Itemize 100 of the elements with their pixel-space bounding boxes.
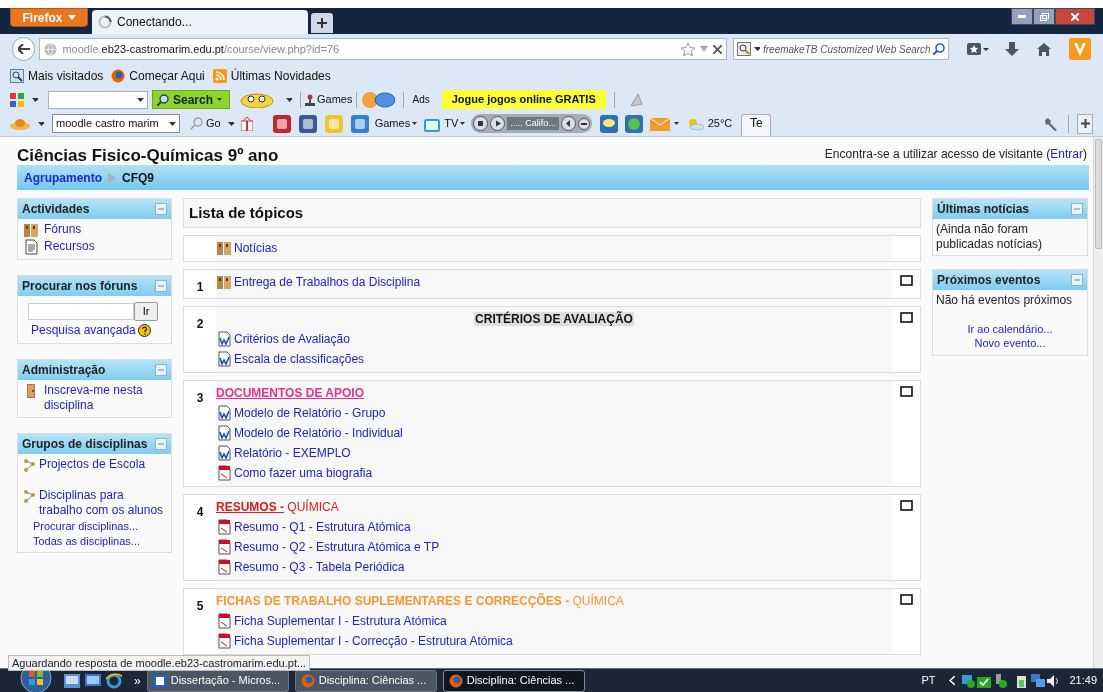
block-link[interactable]: Procurar disciplinas... [23,519,166,534]
caret-icon[interactable] [286,97,292,102]
play-button-icon [490,116,506,131]
breadcrumb-link[interactable]: Agrupamento [24,168,102,187]
network-icon[interactable] [1031,673,1046,688]
block-link[interactable]: Fóruns [44,222,82,237]
bookmark-star-icon[interactable] [681,42,695,56]
activity-link[interactable]: Resumo - Q1 - Estrutura Atómica [234,517,411,537]
scrollbar-thumb[interactable] [1095,139,1102,249]
minus-button-icon [577,117,590,130]
activity-link[interactable]: Modelo de Relatório - Grupo [234,403,386,423]
block-link[interactable]: Ir ao calendário... [967,322,1053,336]
overflow-chevron[interactable]: » [134,671,141,690]
search-button[interactable]: Search [152,90,230,109]
close-button[interactable] [1055,8,1095,25]
bookmark-link[interactable]: Começar Aqui [111,67,205,85]
breadcrumb-current: CFQ9 [122,169,154,187]
taskbar-button[interactable]: Dissertação - Micros... [146,669,289,692]
restore-button[interactable] [1033,8,1055,25]
caret-icon[interactable] [38,121,44,126]
activity-link[interactable]: Notícias [234,238,278,258]
games-menu[interactable]: Games [374,115,418,132]
back-button[interactable] [12,37,36,61]
block-link[interactable]: Projectos de Escola [23,457,166,472]
block-title: Próximos eventos [937,272,1041,289]
radio-player[interactable]: ..... Califo... [471,114,592,133]
search-icon [190,117,203,130]
search-field[interactable]: freemakeTB Customized Web Search [763,41,930,57]
activity-link[interactable]: Entrega de Trabalhos da Disciplina [234,272,421,292]
clock-text[interactable]: 21:49 [1069,672,1097,689]
section-heading[interactable]: DOCUMENTOS DE APOIO [216,386,364,400]
window-switch-icon[interactable] [85,673,101,688]
activity-link[interactable]: Resumo - Q2 - Estrutura Atómica e TP [234,537,440,557]
highlight-toggle[interactable] [899,500,913,511]
games-button[interactable]: Games [305,91,353,108]
stop-icon[interactable] [713,44,722,54]
toolbar-logo-icon[interactable] [10,92,24,107]
highlight-toggle[interactable] [899,275,913,286]
highlight-toggle[interactable] [899,386,913,397]
highlight-toggle[interactable] [899,594,913,605]
course-title: Ciências Fisico-Químicas 9º ano [17,145,279,166]
bookmark-link[interactable]: Mais visitados [10,67,104,85]
block-title: Procurar nos fóruns [22,278,138,295]
bookmarks-icon[interactable] [967,42,989,56]
sidebar-tab[interactable]: Te [741,114,772,136]
activity-link[interactable]: Modelo de Relatório - Individual [234,423,403,443]
block-link[interactable]: Inscreva-me nesta disciplina [44,383,166,413]
download-icon[interactable] [1005,42,1019,56]
activity-link[interactable]: Escala de classificações [234,349,365,369]
block-link[interactable]: Recursos [44,239,95,254]
caret-icon[interactable] [32,97,38,102]
rss-feed-icon [212,69,227,83]
smiley-icon[interactable] [240,91,274,108]
taskbar-button[interactable]: Disciplina: Ciências ... [294,669,437,692]
language-indicator[interactable]: PT [921,672,936,689]
activity-link[interactable]: Critérios de Avaliação [234,329,350,349]
activity-link[interactable]: Ficha Suplementar I - Estrutura Atómica [234,611,447,631]
home-icon[interactable] [1037,42,1051,56]
caret-icon[interactable] [227,121,234,126]
search-page-icon [10,69,24,83]
search-field[interactable] [28,303,134,320]
block-link[interactable]: Todas as disciplinas... [23,534,166,549]
browser-globe-icon [448,673,463,688]
minimize-button[interactable] [1011,8,1033,25]
advanced-search-link[interactable]: Pesquisa avançada [31,323,136,338]
gift-icon[interactable] [240,116,253,131]
activity-link[interactable]: Ficha Suplementar I - Correcção - Estrutura Atómica [234,631,513,651]
resource-icon [23,239,39,255]
search-bar[interactable]: freemakeTB Customized Web Search [733,38,949,60]
wrench-icon[interactable] [1044,116,1058,131]
add-button[interactable] [1077,113,1093,134]
login-link[interactable]: Entrar [1050,147,1083,161]
block-link[interactable]: Novo evento... [974,336,1046,350]
activity-link[interactable]: Como fazer uma biografia [234,463,373,483]
show-desktop-icon[interactable] [64,673,80,688]
address-bar[interactable]: moodle.eb23-castromarim.edu.pt/course/view.php?id=76 [39,38,727,60]
help-icon[interactable] [137,324,151,337]
caret-icon [67,15,76,20]
taskbar-button[interactable]: Disciplina: Ciências ... [442,669,585,692]
activity-link[interactable]: Relatório - EXEMPLO [234,443,351,463]
highlight-toggle[interactable] [899,312,913,323]
new-tab-button[interactable] [311,13,333,33]
tv-menu[interactable]: TV [444,115,466,132]
forum-icon [216,274,232,290]
browser-globe-icon [300,673,315,688]
caret-icon[interactable] [673,122,679,125]
temperature-text: 25°C [707,116,733,132]
go-button[interactable]: Go [190,115,221,132]
block-link[interactable]: Disciplinas para trabalho com os alunos [23,488,166,518]
section-heading[interactable]: RESUMOS - QUÍMICA [216,500,339,514]
browser-e-icon[interactable] [106,672,122,689]
bookmark-link[interactable]: Últimas Novidades [212,67,331,85]
activity-link[interactable]: Resumo - Q3 - Tabela Periódica [234,557,405,577]
browser-tab[interactable]: Conectando... [92,10,308,34]
promo-link[interactable]: Jogue jogos online GRATIS [441,90,606,109]
go-button[interactable]: Ir [134,302,158,321]
toolbar-combo-box[interactable]: moodle castro marim [52,114,180,133]
volume-icon[interactable] [1047,674,1060,687]
toolbar-search-field[interactable] [48,90,148,109]
tray-expand-icon[interactable] [949,676,956,685]
